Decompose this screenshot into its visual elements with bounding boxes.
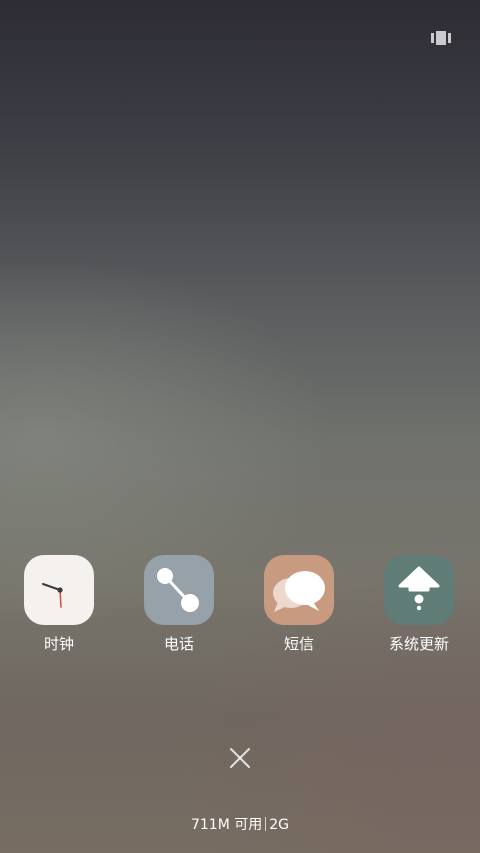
app-label-system-update: 系统更新 xyxy=(388,635,449,653)
app-label-messages: 短信 xyxy=(283,635,314,653)
recent-apps-row: 时钟 电话 短信 系统更新 xyxy=(0,555,480,665)
recent-app-messages[interactable]: 短信 xyxy=(249,555,349,653)
system-update-icon xyxy=(384,555,454,625)
view-toggle-button[interactable] xyxy=(428,28,454,48)
app-label-clock: 时钟 xyxy=(43,635,74,653)
recent-app-phone[interactable]: 电话 xyxy=(129,555,229,653)
memory-separator xyxy=(265,817,267,831)
memory-total: 2G xyxy=(269,817,290,833)
recent-app-system-update[interactable]: 系统更新 xyxy=(369,555,469,653)
memory-status: 711M 可用 2G xyxy=(0,815,480,835)
card-view-icon xyxy=(431,31,451,45)
message-bubbles-icon xyxy=(264,555,334,625)
recent-app-clock[interactable]: 时钟 xyxy=(9,555,109,653)
app-label-phone: 电话 xyxy=(163,635,194,653)
phone-icon xyxy=(144,555,214,625)
clock-icon xyxy=(24,555,94,625)
memory-available: 711M 可用 xyxy=(190,817,263,833)
clear-all-button[interactable] xyxy=(226,744,254,772)
recent-apps-screen: 时钟 电话 短信 系统更新 711M 可用 2G xyxy=(0,0,480,853)
close-icon xyxy=(230,748,250,768)
